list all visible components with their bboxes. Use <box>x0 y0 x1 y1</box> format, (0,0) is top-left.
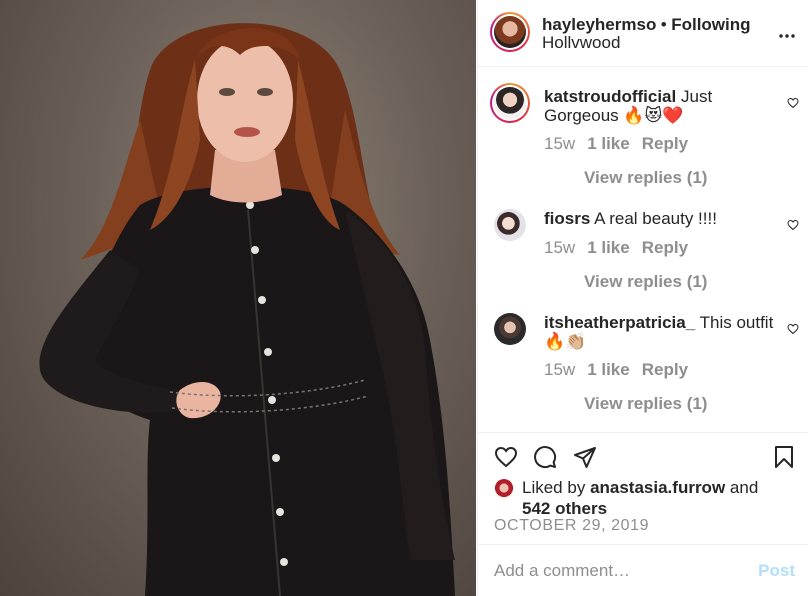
post-comment-button[interactable]: Post <box>758 561 795 581</box>
share-icon[interactable] <box>573 445 597 469</box>
reply-button[interactable]: Reply <box>642 360 688 379</box>
liked-by-user[interactable]: anastasia.furrow <box>590 478 725 497</box>
comment-age[interactable]: 15w <box>544 360 575 379</box>
post-header: hayleyhermso • Following Hollvwood <box>478 0 808 67</box>
commenter-avatar[interactable] <box>494 209 526 241</box>
comment-like-icon[interactable] <box>787 219 799 231</box>
comment-age[interactable]: 15w <box>544 238 575 257</box>
comment-meta: 15w 1 like Reply <box>544 134 700 154</box>
comment-likes[interactable]: 1 like <box>587 360 630 379</box>
comment-age[interactable]: 15w <box>544 134 575 153</box>
comment-like-icon[interactable] <box>787 323 799 335</box>
more-options-icon[interactable] <box>779 22 795 43</box>
heart-icon[interactable] <box>494 445 518 469</box>
comment-text: A real beauty !!!! <box>594 209 717 228</box>
comment-username[interactable]: katstroudofficial <box>544 87 676 106</box>
comment-body: katstroudofficial Just Gorgeous 🔥😻❤️ <box>544 87 774 125</box>
liked-by-prefix: Liked by <box>522 478 586 497</box>
following-button[interactable]: Following <box>671 15 750 34</box>
add-comment-input[interactable] <box>494 559 734 583</box>
post-image <box>39 23 455 596</box>
view-replies-button[interactable]: View replies (1) <box>584 394 707 414</box>
comment-like-icon[interactable] <box>787 97 799 109</box>
comment-body: fiosrs A real beauty !!!! <box>544 209 774 228</box>
view-replies-button[interactable]: View replies (1) <box>584 168 707 188</box>
comment-likes[interactable]: 1 like <box>587 238 630 257</box>
comment-likes[interactable]: 1 like <box>587 134 630 153</box>
post-actions: Liked by anastasia.furrow and 542 others… <box>478 432 808 544</box>
author-username[interactable]: hayleyhermso <box>542 15 656 34</box>
post-side-panel: hayleyhermso • Following Hollvwood katst… <box>477 0 808 596</box>
view-replies-button[interactable]: View replies (1) <box>584 272 707 292</box>
liker-avatar[interactable] <box>494 479 514 499</box>
post-location[interactable]: Hollvwood <box>542 33 620 53</box>
post-photo[interactable] <box>0 0 476 596</box>
separator-dot: • <box>660 15 667 34</box>
comment-body: itsheatherpatricia_ This outfit 🔥👏🏼 <box>544 313 774 351</box>
comment-meta: 15w 1 like Reply <box>544 238 700 258</box>
author-avatar[interactable] <box>490 12 530 52</box>
liked-by-summary: Liked by anastasia.furrow and 542 others <box>522 477 758 519</box>
comment-username[interactable]: fiosrs <box>544 209 590 228</box>
comment-composer: Post <box>478 544 808 596</box>
comment-icon[interactable] <box>533 445 557 469</box>
liked-by-others[interactable]: 542 others <box>522 499 607 518</box>
post-date[interactable]: OCTOBER 29, 2019 <box>494 517 649 535</box>
reply-button[interactable]: Reply <box>642 238 688 257</box>
comment-meta: 15w 1 like Reply <box>544 360 700 380</box>
comment-username[interactable]: itsheatherpatricia_ <box>544 313 695 332</box>
reply-button[interactable]: Reply <box>642 134 688 153</box>
commenter-avatar[interactable] <box>490 83 530 123</box>
bookmark-icon[interactable] <box>773 445 795 469</box>
liked-by-and: and <box>729 478 759 497</box>
commenter-avatar[interactable] <box>494 313 526 345</box>
